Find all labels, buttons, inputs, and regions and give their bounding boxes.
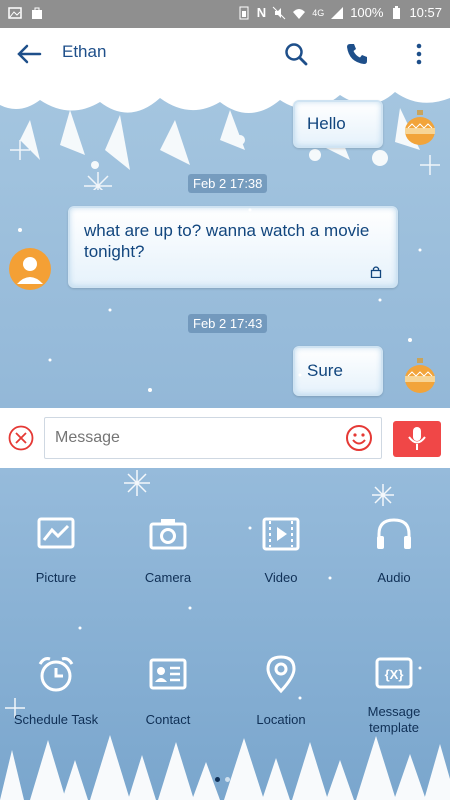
nfc-icon: N (256, 5, 267, 20)
snow-particles (18, 208, 422, 392)
back-arrow-icon[interactable] (14, 40, 44, 68)
attach-label: Audio (377, 570, 411, 585)
conversation-header: Ethan (0, 28, 450, 80)
microphone-icon (408, 427, 426, 450)
picture-icon (37, 517, 75, 549)
attach-label: Camera (144, 570, 192, 585)
page-dot-active (215, 777, 220, 782)
wifi-icon (293, 8, 306, 19)
shopping-bag-icon (32, 7, 42, 19)
video-icon (262, 517, 300, 551)
battery-saver-icon (239, 6, 249, 19)
close-icon[interactable] (8, 425, 34, 451)
battery-percent: 100% (350, 5, 384, 20)
attach-video-button[interactable]: Video (225, 516, 337, 585)
svg-text:{X}: {X} (385, 667, 404, 682)
contact-card-icon (149, 658, 187, 690)
voice-record-button[interactable] (393, 421, 441, 457)
attach-label: Schedule Task (13, 712, 99, 727)
search-icon[interactable] (282, 40, 310, 68)
attach-schedule-task-button[interactable]: Schedule Task (0, 654, 112, 727)
message-input[interactable] (44, 417, 382, 459)
composer-bar (0, 408, 450, 468)
sent-message-bubble[interactable]: Hello (293, 100, 383, 148)
template-icon: {X} (375, 657, 413, 689)
status-bar: N 4G 100% 10:57 (0, 0, 450, 28)
attach-audio-button[interactable]: Audio (338, 516, 450, 585)
pine-trees-decoration (0, 735, 450, 800)
more-options-icon[interactable] (405, 40, 433, 68)
mute-icon (272, 6, 286, 19)
emoji-icon[interactable] (345, 424, 373, 452)
attach-contact-button[interactable]: Contact (112, 654, 224, 727)
clock: 10:57 (409, 5, 442, 20)
attach-label: Location (256, 712, 306, 727)
camera-icon (149, 519, 187, 550)
attach-label: Video (264, 570, 298, 585)
message-list[interactable]: Hello Feb 2 17:38 what are up to? wanna … (0, 80, 450, 408)
phone-icon[interactable] (343, 40, 371, 68)
signal-icon (331, 6, 344, 19)
attach-label: Contact (145, 712, 191, 727)
alarm-clock-icon (38, 657, 74, 692)
network-type: 4G (312, 7, 325, 18)
attach-location-button[interactable]: Location (225, 654, 337, 727)
attach-message-template-button[interactable]: {X} Message template (338, 654, 450, 736)
attach-label: Picture (35, 570, 77, 585)
message-text: Hello (307, 114, 346, 133)
page-dot (225, 777, 230, 782)
page-indicator (215, 777, 230, 782)
image-notification-icon (8, 7, 22, 19)
attach-picture-button[interactable]: Picture (0, 516, 112, 585)
ornament-icon (405, 110, 435, 145)
battery-icon (393, 5, 401, 19)
location-pin-icon (266, 655, 296, 694)
attachment-panel: Picture Camera Video Audio Schedule Task… (0, 468, 450, 800)
attach-camera-button[interactable]: Camera (112, 516, 224, 585)
contact-name: Ethan (62, 42, 107, 61)
headphones-icon (377, 518, 411, 549)
